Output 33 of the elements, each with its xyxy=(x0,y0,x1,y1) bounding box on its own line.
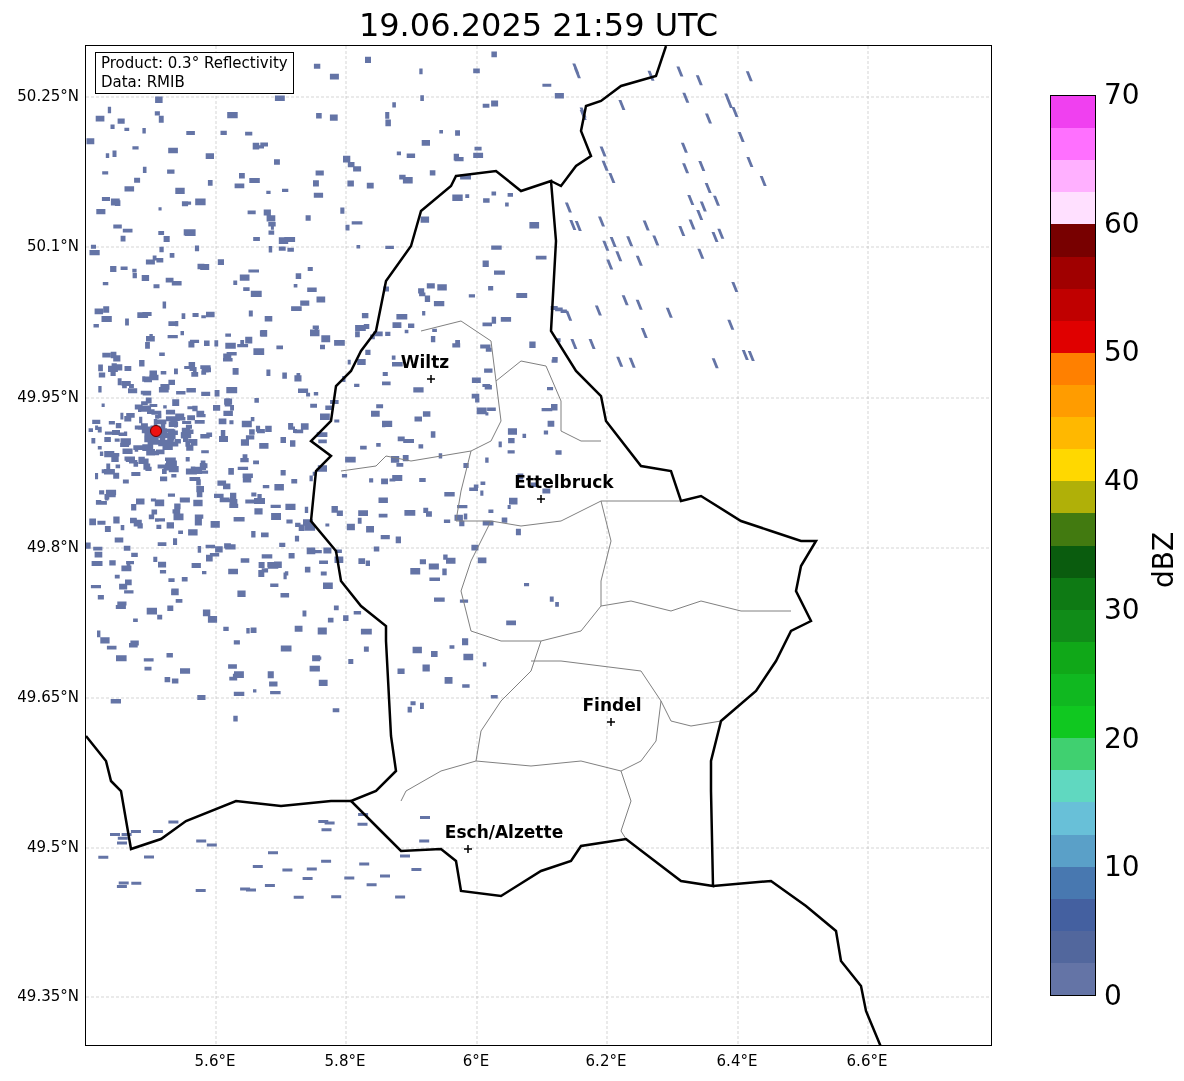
longitude-label: 6.2°E xyxy=(585,1051,627,1072)
city-label: Wiltz xyxy=(400,351,450,375)
longitude-label: 6°E xyxy=(462,1051,490,1072)
longitude-label: 6.4°E xyxy=(716,1051,758,1072)
latitude-label: 50.1°N xyxy=(26,235,79,257)
latitude-label: 49.5°N xyxy=(26,836,79,858)
latitude-label: 49.35°N xyxy=(17,985,79,1007)
colorbar-tick-label: 20 xyxy=(1104,722,1140,755)
city-marker-icon xyxy=(607,718,615,726)
city-label: Esch/Alzette xyxy=(444,821,564,845)
latitude-label: 49.65°N xyxy=(17,686,79,708)
colorbar-label: dBZ xyxy=(1146,531,1181,589)
latitude-label: 49.95°N xyxy=(17,386,79,408)
colorbar-tick-label: 0 xyxy=(1104,980,1122,1012)
longitude-label: 5.6°E xyxy=(194,1051,236,1072)
city-marker-icon xyxy=(427,375,435,383)
colorbar-tick-label: 70 xyxy=(1104,79,1140,111)
colorbar-tick-label: 10 xyxy=(1104,851,1140,884)
latitude-label: 49.8°N xyxy=(26,536,79,558)
colorbar-tick-label: 30 xyxy=(1104,593,1140,626)
city-marker-icon xyxy=(537,495,545,503)
info-text: Product: 0.3° Reflectivity xyxy=(101,54,288,73)
chart-title: 19.06.2025 21:59 UTC xyxy=(357,5,720,46)
colorbar-tick-label: 60 xyxy=(1104,207,1140,240)
city-label: Findel xyxy=(582,694,642,718)
info-text: Data: RMIB xyxy=(101,73,186,92)
longitude-label: 5.8°E xyxy=(324,1051,366,1072)
longitude-label: 6.6°E xyxy=(846,1051,888,1072)
city-label: Ettelbruck xyxy=(514,471,614,495)
colorbar-tick-label: 40 xyxy=(1104,465,1140,498)
colorbar-tick-label: 50 xyxy=(1104,336,1140,369)
city-marker-icon xyxy=(464,845,472,853)
latitude-label: 50.25°N xyxy=(17,85,79,107)
